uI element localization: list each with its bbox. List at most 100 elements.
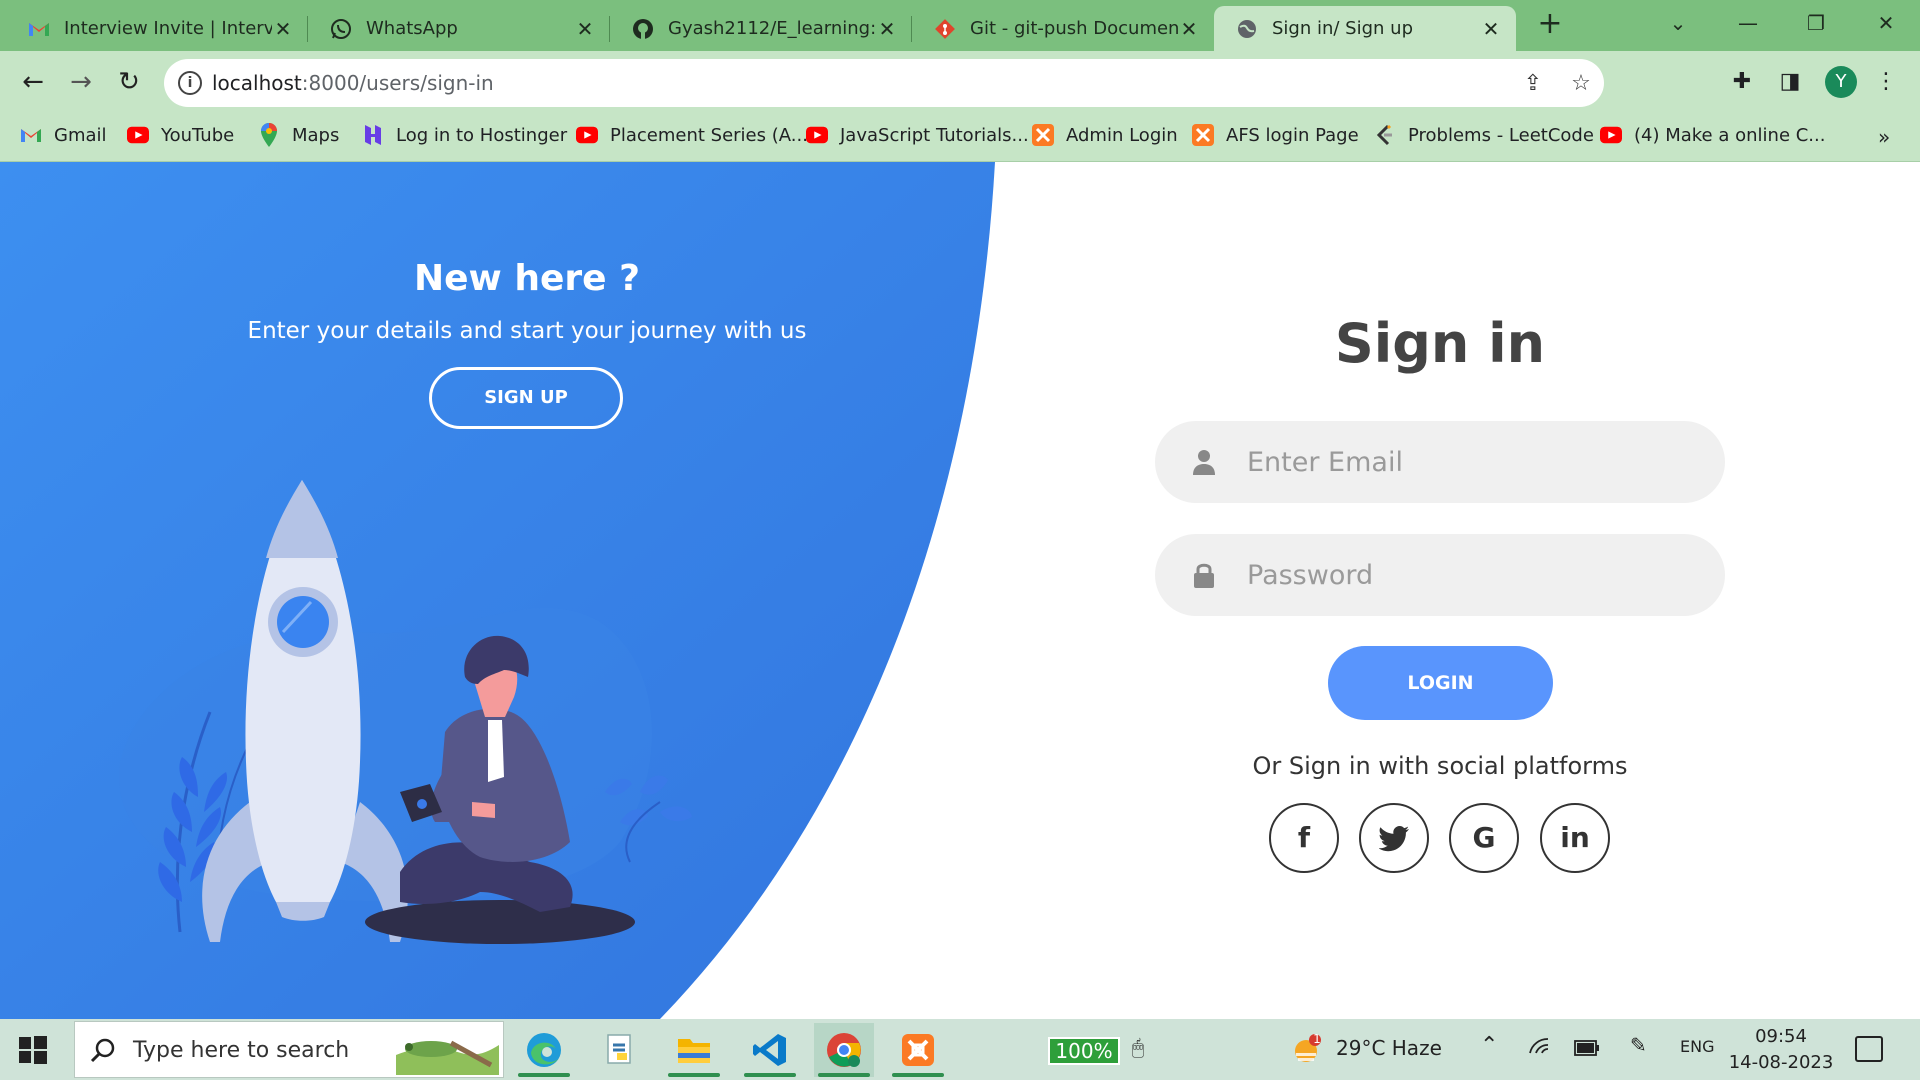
extensions-icon[interactable]: ✚ — [1726, 66, 1758, 98]
show-hidden-icons-icon[interactable]: ⌃ — [1480, 1033, 1498, 1058]
share-icon[interactable]: ⇪ — [1520, 71, 1546, 97]
taskbar-search[interactable]: Type here to search — [74, 1021, 504, 1078]
close-icon[interactable]: ✕ — [574, 18, 596, 40]
windows-start-icon[interactable] — [18, 1035, 48, 1065]
pen-icon[interactable]: ✎ — [1630, 1033, 1647, 1057]
chrome-app-icon[interactable] — [814, 1023, 874, 1077]
reload-icon[interactable]: ↻ — [110, 63, 148, 101]
chrome-icon — [827, 1033, 861, 1067]
linkedin-icon[interactable]: in — [1540, 803, 1610, 873]
sign-in-page: New here ? Enter your details and start … — [0, 162, 1920, 1019]
bookmark-javascript-tutorials[interactable]: JavaScript Tutorials... — [806, 124, 1029, 146]
new-tab-button[interactable]: + — [1535, 9, 1565, 40]
restore-icon[interactable]: ❐ — [1796, 6, 1836, 40]
bookmark-admin-login[interactable]: Admin Login — [1032, 124, 1178, 146]
bookmark-label: Placement Series (A... — [610, 124, 808, 146]
search-highlight-image — [396, 1040, 499, 1075]
email-input[interactable] — [1247, 421, 1697, 503]
close-icon[interactable]: ✕ — [876, 18, 898, 40]
back-icon[interactable]: ← — [14, 63, 52, 101]
clock-time: 09:54 — [1755, 1026, 1807, 1047]
tab-sign-in[interactable]: Sign in/ Sign up ✕ — [1214, 6, 1516, 51]
profile-avatar[interactable]: Y — [1825, 66, 1857, 98]
file-explorer-app-icon[interactable] — [664, 1023, 724, 1077]
tab-strip: Interview Invite | Interview ✕ WhatsApp … — [0, 0, 1920, 51]
battery-icon[interactable] — [1574, 1037, 1600, 1061]
close-icon[interactable]: ✕ — [1178, 18, 1200, 40]
bookmark-label: JavaScript Tutorials... — [840, 124, 1029, 146]
google-icon[interactable]: G — [1449, 803, 1519, 873]
tab-github[interactable]: Gyash2112/E_learning: Ar ✕ — [610, 6, 912, 51]
sign-in-title: Sign in — [1334, 312, 1546, 375]
bookmark-label: Maps — [292, 124, 340, 146]
bookmark-gmail[interactable]: Gmail — [20, 124, 107, 146]
bookmark-maps[interactable]: Maps — [258, 123, 340, 147]
search-icon — [90, 1038, 115, 1063]
bookmark-star-icon[interactable]: ☆ — [1568, 71, 1594, 97]
minimize-icon[interactable]: — — [1728, 6, 1768, 40]
globe-icon — [1236, 18, 1258, 40]
browser-toolbar: ← → ↻ i localhost:8000/users/sign-in ⇪ ☆… — [0, 51, 1920, 113]
address-bar[interactable]: i localhost:8000/users/sign-in ⇪ ☆ — [164, 59, 1604, 107]
vscode-app-icon[interactable] — [740, 1023, 800, 1077]
login-button[interactable]: LOGIN — [1328, 646, 1553, 720]
python-app-icon[interactable] — [590, 1023, 650, 1077]
gmail-icon — [20, 124, 42, 146]
bookmark-placement-series[interactable]: Placement Series (A... — [576, 124, 808, 146]
running-indicator — [818, 1073, 870, 1077]
wifi-icon[interactable] — [1528, 1035, 1550, 1060]
password-field[interactable] — [1155, 534, 1725, 616]
panel-subtitle: Enter your details and start your journe… — [247, 318, 807, 344]
language-indicator[interactable]: ENG — [1680, 1037, 1714, 1056]
xampp-app-icon[interactable] — [888, 1023, 948, 1077]
url-text[interactable]: localhost:8000/users/sign-in — [212, 71, 494, 95]
xampp-icon — [902, 1034, 934, 1066]
system-clock[interactable]: 09:54 14-08-2023 — [1726, 1024, 1836, 1076]
mouse-icon[interactable]: 🖱 — [1132, 1035, 1144, 1059]
tab-title: Git - git-push Documenta — [970, 18, 1178, 39]
bookmark-afs-login[interactable]: AFS login Page — [1192, 124, 1359, 146]
edge-app-icon[interactable] — [514, 1023, 574, 1077]
bookmark-leetcode[interactable]: Problems - LeetCode — [1374, 124, 1594, 146]
tab-title: Gyash2112/E_learning: Ar — [668, 18, 876, 39]
leetcode-icon — [1374, 124, 1396, 146]
weather-alert-count: 1 — [1313, 1032, 1321, 1046]
url-path: :8000/users/sign-in — [301, 71, 494, 95]
sign-up-button[interactable]: SIGN UP — [429, 367, 623, 429]
twitter-icon[interactable] — [1359, 803, 1429, 873]
edge-icon — [527, 1033, 561, 1067]
git-icon — [934, 18, 956, 40]
xampp-icon — [1192, 124, 1214, 146]
xampp-icon — [1032, 124, 1054, 146]
panel-title: New here ? — [414, 258, 640, 299]
tab-search-icon[interactable]: ⌄ — [1658, 6, 1698, 40]
close-window-icon[interactable]: ✕ — [1866, 6, 1906, 40]
site-info-icon[interactable]: i — [178, 71, 202, 95]
tab-title: Sign in/ Sign up — [1272, 18, 1413, 39]
running-indicator — [518, 1073, 570, 1077]
side-panel-icon[interactable]: ◨ — [1774, 66, 1806, 98]
close-icon[interactable]: ✕ — [272, 18, 294, 40]
weather-text[interactable]: 29°C Haze — [1336, 1036, 1442, 1060]
close-icon[interactable]: ✕ — [1480, 18, 1502, 40]
bookmarks-overflow-icon[interactable]: » — [1878, 125, 1890, 149]
tab-interview-invite[interactable]: Interview Invite | Interview ✕ — [6, 6, 308, 51]
password-input[interactable] — [1247, 534, 1697, 616]
bookmark-make-online[interactable]: (4) Make a online C... — [1600, 124, 1825, 146]
bookmark-hostinger[interactable]: Log in to Hostinger — [362, 124, 567, 146]
notification-center-icon[interactable] — [1855, 1036, 1883, 1062]
battery-percentage-badge[interactable]: 100% — [1048, 1037, 1120, 1065]
youtube-icon — [806, 124, 828, 146]
menu-icon[interactable]: ⋮ — [1870, 66, 1902, 98]
email-field[interactable] — [1155, 421, 1725, 503]
forward-icon[interactable]: → — [62, 63, 100, 101]
bookmark-label: YouTube — [161, 124, 235, 146]
bookmark-label: (4) Make a online C... — [1634, 124, 1826, 146]
tab-whatsapp[interactable]: WhatsApp ✕ — [308, 6, 610, 51]
tab-git-push[interactable]: Git - git-push Documenta ✕ — [912, 6, 1214, 51]
bookmark-youtube[interactable]: YouTube — [127, 124, 234, 146]
hostinger-icon — [362, 124, 384, 146]
facebook-icon[interactable]: f — [1269, 803, 1339, 873]
running-indicator — [744, 1073, 796, 1077]
bookmark-label: AFS login Page — [1226, 124, 1359, 146]
